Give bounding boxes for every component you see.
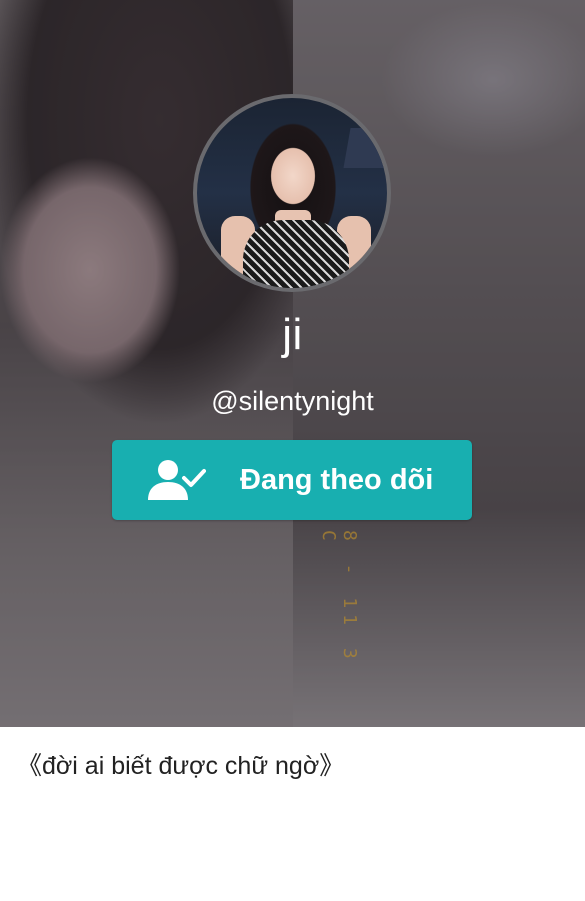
user-check-icon <box>148 460 206 500</box>
profile-bio: 《đời ai biết được chữ ngờ》 <box>17 752 345 780</box>
profile-cover: 8 - 11 3 C ji @silentynight Đang theo dõ… <box>0 0 585 727</box>
avatar[interactable] <box>193 94 391 292</box>
following-button[interactable]: Đang theo dõi <box>112 440 472 520</box>
avatar-background-sign <box>343 128 387 168</box>
username-handle: @silentynight <box>211 386 374 416</box>
following-button-label: Đang theo dõi <box>240 464 434 496</box>
film-date-stamp: 8 - 11 3 C <box>318 530 360 665</box>
display-name: ji <box>282 310 303 359</box>
